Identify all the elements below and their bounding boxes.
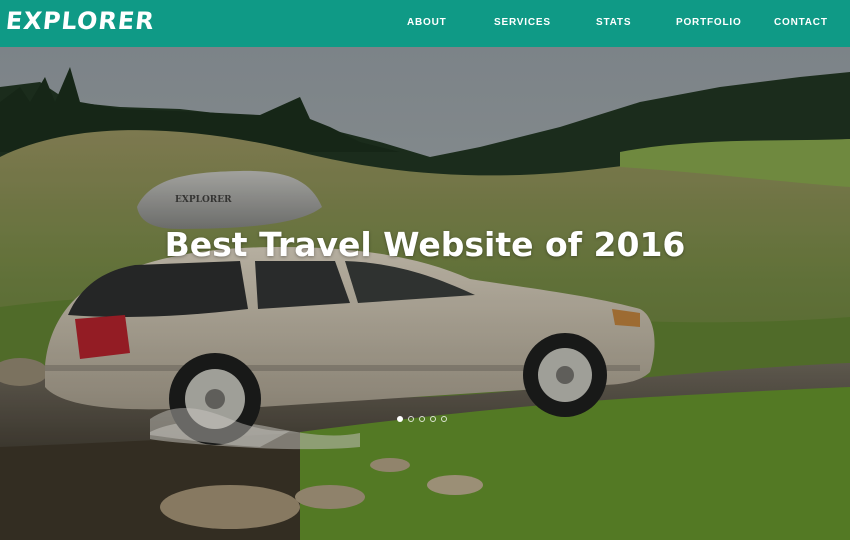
nav-link-stats[interactable]: STATS — [596, 17, 631, 28]
brand-logo[interactable]: EXPLORER — [5, 7, 157, 35]
hero-slider: EXPLORER Best Travel Website of 2016 — [0, 47, 850, 540]
top-navbar: EXPLORER ABOUT SERVICES STATS PORTFOLIO … — [0, 0, 850, 47]
nav-link-contact[interactable]: CONTACT — [774, 17, 828, 28]
slider-dot-4[interactable] — [430, 416, 436, 422]
nav-link-about[interactable]: ABOUT — [407, 17, 447, 28]
slider-dot-1[interactable] — [397, 416, 403, 422]
hero-dark-overlay — [0, 47, 850, 540]
slider-dot-3[interactable] — [419, 416, 425, 422]
slider-pagination — [397, 416, 447, 424]
hero-headline: Best Travel Website of 2016 — [164, 225, 686, 264]
slider-dot-5[interactable] — [441, 416, 447, 422]
slider-dot-2[interactable] — [408, 416, 414, 422]
nav-link-services[interactable]: SERVICES — [494, 17, 551, 28]
nav-link-portfolio[interactable]: PORTFOLIO — [676, 17, 742, 28]
